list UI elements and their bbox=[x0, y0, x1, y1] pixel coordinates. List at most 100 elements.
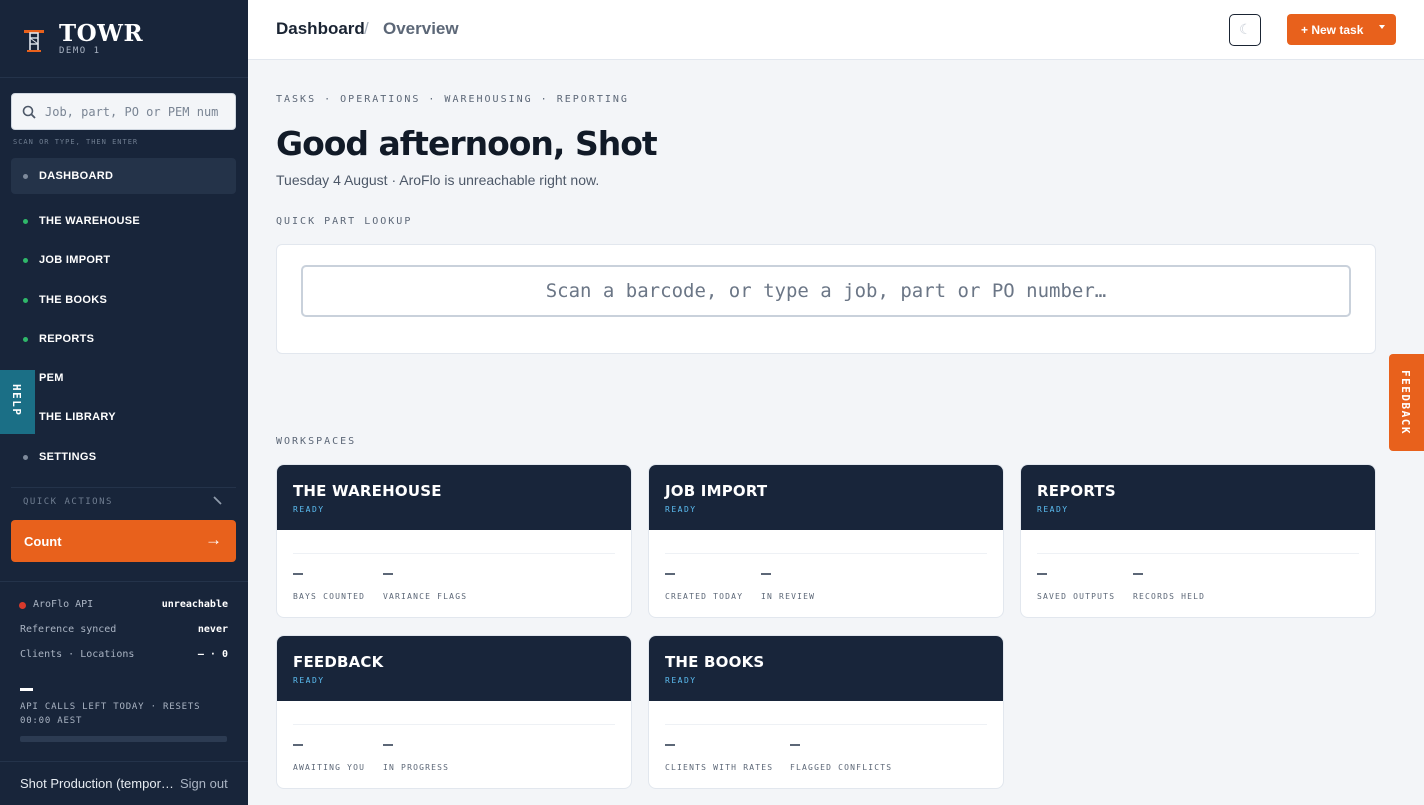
stat-label: VARIANCE FLAGS bbox=[383, 592, 468, 601]
sidebar-item-label: JOB IMPORT bbox=[39, 254, 111, 266]
status-key: Clients · Locations bbox=[20, 649, 135, 660]
workspace-card-feedback[interactable]: FEEDBACK READY AWAITING YOU IN PROGRESS bbox=[276, 635, 632, 789]
search-hint: SCAN OR TYPE, THEN ENTER bbox=[13, 138, 139, 146]
workspace-card-warehouse[interactable]: THE WAREHOUSE READY BAYS COUNTED VARIANC… bbox=[276, 464, 632, 618]
brand-subtitle: DEMO 1 bbox=[59, 46, 101, 56]
sidebar-item-dashboard[interactable]: DASHBOARD bbox=[11, 158, 236, 194]
sidebar-item-label: REPORTS bbox=[39, 333, 95, 345]
workspace-card-header: THE WAREHOUSE READY bbox=[277, 465, 631, 530]
tower-logo-icon bbox=[24, 30, 44, 52]
brand-name: TOWR bbox=[59, 20, 144, 47]
stat-value-dash bbox=[1133, 573, 1143, 575]
workspace-divider bbox=[293, 553, 615, 554]
status-dot bbox=[23, 337, 28, 342]
workspace-card-header: THE BOOKS READY bbox=[649, 636, 1003, 701]
workspace-status: READY bbox=[665, 676, 697, 685]
workspace-stat: SAVED OUTPUTS bbox=[1037, 573, 1115, 604]
workspace-card-header: JOB IMPORT READY bbox=[649, 465, 1003, 530]
quick-actions-label: QUICK ACTIONS bbox=[23, 497, 113, 507]
workspace-stat: IN PROGRESS bbox=[383, 744, 449, 775]
workspace-divider bbox=[293, 724, 615, 725]
stat-value-dash bbox=[665, 744, 675, 746]
sidebar-item-label: SETTINGS bbox=[39, 451, 97, 463]
chevron-down-icon bbox=[1379, 25, 1385, 29]
sidebar-item-library[interactable]: THE LIBRARY bbox=[11, 399, 236, 435]
breadcrumb-dashboard[interactable]: Dashboard bbox=[276, 19, 365, 39]
status-clients-locations: Clients · Locations — · 0 bbox=[20, 649, 228, 663]
count-quick-action-button[interactable]: Count → bbox=[11, 520, 236, 562]
breadcrumb-overview: Overview bbox=[383, 19, 459, 38]
workspace-status: READY bbox=[293, 676, 325, 685]
workspace-card-header: FEEDBACK READY bbox=[277, 636, 631, 701]
stat-label: BAYS COUNTED bbox=[293, 592, 366, 601]
stat-value-dash bbox=[790, 744, 800, 746]
help-tab[interactable]: HELP bbox=[0, 370, 35, 434]
status-value: unreachable bbox=[161, 599, 228, 610]
sidebar-divider bbox=[0, 581, 248, 582]
brand[interactable]: TOWR DEMO 1 bbox=[24, 20, 224, 60]
stat-label: CREATED TODAY bbox=[665, 592, 744, 601]
pencil-icon[interactable] bbox=[213, 496, 223, 506]
sidebar-item-warehouse[interactable]: THE WAREHOUSE bbox=[11, 203, 236, 239]
workspace-divider bbox=[665, 724, 987, 725]
stat-label: IN REVIEW bbox=[761, 592, 816, 601]
workspace-stat: CLIENTS WITH RATES bbox=[665, 744, 773, 775]
sidebar-item-label: THE WAREHOUSE bbox=[39, 215, 141, 227]
status-value: never bbox=[197, 624, 228, 635]
stat-label: AWAITING YOU bbox=[293, 763, 366, 772]
sidebar-item-pem[interactable]: PEM bbox=[11, 360, 236, 396]
quick-lookup-input[interactable] bbox=[301, 265, 1351, 317]
stat-value-dash bbox=[293, 573, 303, 575]
workspace-card-job-import[interactable]: JOB IMPORT READY CREATED TODAY IN REVIEW bbox=[648, 464, 1004, 618]
status-dot bbox=[23, 174, 28, 179]
stat-value-dash bbox=[761, 573, 771, 575]
workspace-stat: BAYS COUNTED bbox=[293, 573, 365, 604]
workspace-status: READY bbox=[1037, 505, 1069, 514]
workspace-card-books[interactable]: THE BOOKS READY CLIENTS WITH RATES FLAGG… bbox=[648, 635, 1004, 789]
workspace-card-reports[interactable]: REPORTS READY SAVED OUTPUTS RECORDS HELD bbox=[1020, 464, 1376, 618]
status-dot bbox=[23, 219, 28, 224]
status-dot bbox=[23, 455, 28, 460]
api-quota-bar bbox=[20, 736, 227, 742]
workspace-status: READY bbox=[665, 505, 697, 514]
new-task-button[interactable]: + New task bbox=[1287, 14, 1396, 45]
status-dot bbox=[23, 298, 28, 303]
status-dot bbox=[23, 258, 28, 263]
quick-action-label: Count bbox=[24, 534, 62, 549]
workspace-title: FEEDBACK bbox=[293, 653, 384, 671]
section-tags: TASKS · OPERATIONS · WAREHOUSING · REPOR… bbox=[276, 94, 629, 105]
new-task-label: + New task bbox=[1301, 23, 1364, 37]
stat-value-dash bbox=[383, 744, 393, 746]
workspace-stat: AWAITING YOU bbox=[293, 744, 365, 775]
workspaces-label: WORKSPACES bbox=[276, 436, 357, 447]
status-key: Reference synced bbox=[20, 624, 117, 635]
sidebar-item-books[interactable]: THE BOOKS bbox=[11, 282, 236, 318]
sidebar-divider bbox=[0, 77, 248, 78]
sidebar-search bbox=[11, 93, 236, 130]
topbar: Dashboard / Overview ☾ + New task bbox=[248, 0, 1424, 60]
status-aroflo-api: AroFlo API unreachable bbox=[19, 599, 228, 613]
sidebar-search-input[interactable] bbox=[45, 94, 233, 129]
sidebar-item-reports[interactable]: REPORTS bbox=[11, 321, 236, 357]
workspace-stat: CREATED TODAY bbox=[665, 573, 743, 604]
page-title: Good afternoon, Shot bbox=[276, 124, 658, 163]
arrow-right-icon: → bbox=[205, 530, 222, 549]
quick-lookup-label: QUICK PART LOOKUP bbox=[276, 216, 413, 227]
stat-label: CLIENTS WITH RATES bbox=[665, 763, 774, 772]
sidebar-item-label: THE LIBRARY bbox=[39, 411, 116, 423]
stat-label: SAVED OUTPUTS bbox=[1037, 592, 1116, 601]
stat-value-dash bbox=[293, 744, 303, 746]
sidebar: TOWR DEMO 1 SCAN OR TYPE, THEN ENTER DAS… bbox=[0, 0, 248, 805]
api-quota-value-dash bbox=[20, 688, 33, 691]
stat-value-dash bbox=[1037, 573, 1047, 575]
sign-out-link[interactable]: Sign out bbox=[180, 776, 228, 791]
help-tab-label: HELP bbox=[10, 384, 23, 417]
sidebar-item-settings[interactable]: SETTINGS bbox=[11, 439, 236, 475]
stat-label: RECORDS HELD bbox=[1133, 592, 1206, 601]
sidebar-item-job-import[interactable]: JOB IMPORT bbox=[11, 242, 236, 278]
theme-toggle-button[interactable]: ☾ bbox=[1229, 14, 1261, 46]
feedback-tab[interactable]: FEEDBACK bbox=[1389, 354, 1424, 451]
sidebar-item-label: PEM bbox=[39, 372, 64, 384]
stat-label: FLAGGED CONFLICTS bbox=[790, 763, 893, 772]
workspace-card-header: REPORTS READY bbox=[1021, 465, 1375, 530]
